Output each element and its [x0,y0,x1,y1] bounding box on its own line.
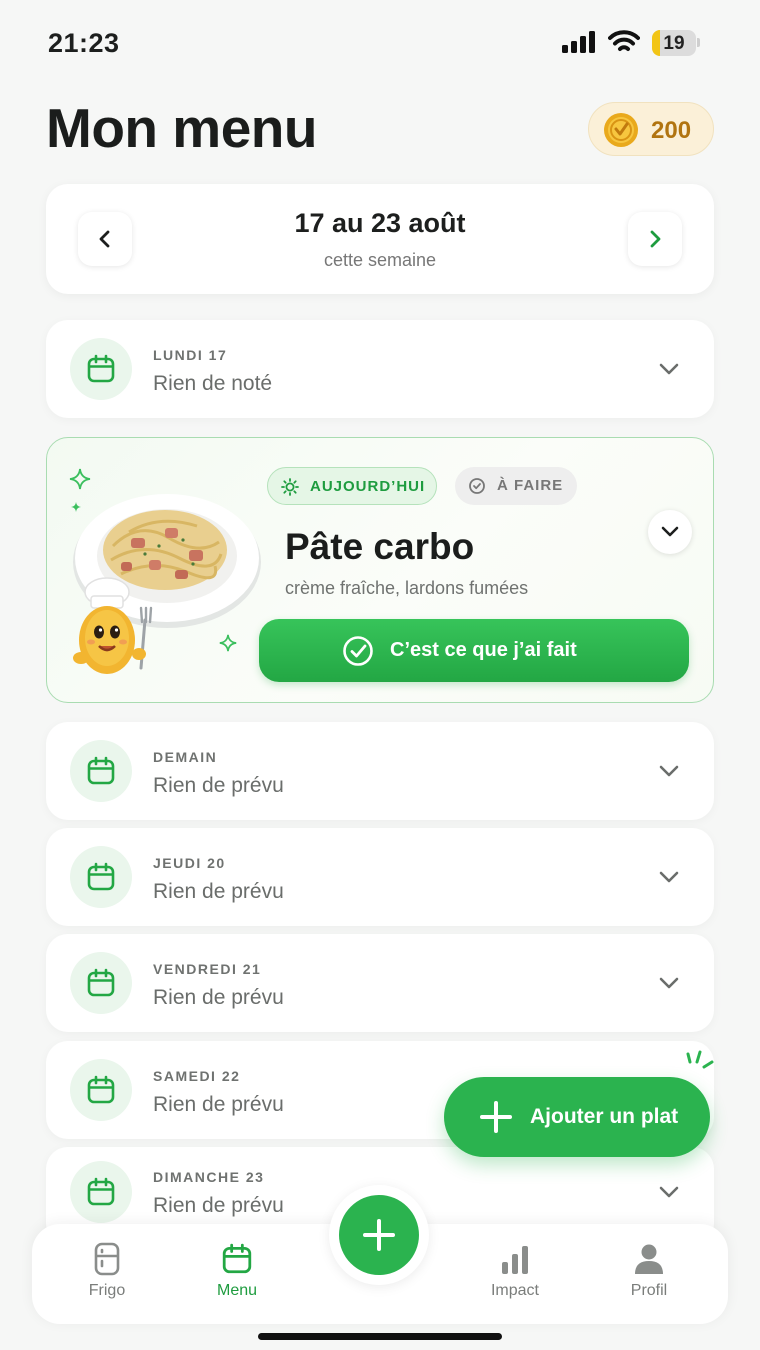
calendar-icon [87,1177,115,1206]
day-icon-wrap [70,952,132,1014]
calendar-icon [87,862,115,891]
user-icon [635,1244,663,1274]
calendar-icon [87,354,115,383]
sun-icon [281,478,299,496]
todo-status-badge: À FAIRE [455,467,577,505]
next-week-button[interactable] [628,212,682,266]
battery-tip [697,38,700,47]
collapse-today-button[interactable] [648,510,692,554]
week-range: 17 au 23 août [294,208,466,238]
status-time: 21:23 [48,28,120,58]
day-icon-wrap [70,846,132,908]
day-name: LUNDI 17 [153,347,228,363]
battery-level: 19 [663,33,685,54]
day-name: DEMAIN [153,749,218,765]
today-badge: AUJOURD’HUI [267,467,437,505]
add-dish-label: Ajouter un plat [530,1105,679,1128]
clock-check-icon [469,478,485,494]
day-icon-wrap [70,1059,132,1121]
calendar-icon [87,756,115,785]
coin-count: 200 [651,117,692,144]
day-status: Rien de prévu [153,880,284,903]
dish-description: crème fraîche, lardons fumées [285,578,529,598]
sparkle-icon [219,634,237,652]
tab-label: Impact [490,1282,539,1299]
calendar-icon [222,1243,252,1274]
wifi-icon [608,30,640,51]
day-status: Rien de prévu [153,986,284,1009]
chevron-down-icon [659,765,679,777]
day-name: SAMEDI 22 [153,1068,241,1084]
tab-impact[interactable]: Impact [460,1242,570,1300]
day-icon-wrap [70,1161,132,1223]
add-dish-button[interactable]: Ajouter un plat [444,1077,710,1157]
sparkle-lines-icon [686,1050,714,1069]
day-name: VENDREDI 21 [153,961,262,977]
today-meal-card[interactable]: AUJOURD’HUI À FAIRE Pâte carbo crème fra… [46,437,714,703]
dish-name: Pâte carbo [285,526,475,567]
week-subtitle: cette semaine [323,250,437,270]
chevron-down-icon [659,363,679,375]
plus-icon [480,1101,512,1133]
status-bar: 21:23 19 [0,0,760,88]
center-add-circle [339,1195,419,1275]
home-indicator [258,1333,502,1340]
day-card-monday[interactable]: LUNDI 17 Rien de noté [46,320,714,418]
coin-balance-badge[interactable]: 200 [588,102,714,156]
chevron-down-icon [659,871,679,883]
tab-label: Menu [216,1282,258,1299]
day-card-thursday[interactable]: JEUDI 20 Rien de prévu [46,828,714,926]
chef-mascot-illustration [73,577,153,674]
day-status: Rien de noté [153,372,273,395]
bar-chart-icon [502,1246,528,1274]
day-name: DIMANCHE 23 [153,1169,265,1185]
day-status: Rien de prévu [153,774,284,797]
today-badge-label: AUJOURD’HUI [310,478,426,495]
day-icon-wrap [70,740,132,802]
plus-icon [363,1219,395,1251]
battery-indicator: 19 [652,30,696,56]
tab-menu[interactable]: Menu [182,1242,292,1300]
calendar-icon [87,1075,115,1104]
day-status: Rien de prévu [153,1194,284,1217]
tab-label: Profil [630,1282,668,1299]
day-card-friday[interactable]: VENDREDI 21 Rien de prévu [46,934,714,1032]
chevron-down-icon [661,526,679,537]
todo-badge-label: À FAIRE [497,477,564,494]
cellular-signal-icon [562,31,595,53]
coin-icon [604,113,638,147]
chevron-down-icon [659,1186,679,1198]
page-title: Mon menu [46,97,317,159]
mark-done-button[interactable]: C’est ce que j’ai fait [259,619,689,682]
calendar-icon [87,968,115,997]
tab-profil[interactable]: Profil [594,1242,704,1300]
chevron-right-icon [650,230,661,248]
week-selector: 17 au 23 août cette semaine [46,184,714,294]
tab-frigo[interactable]: Frigo [52,1242,162,1300]
day-card-tomorrow[interactable]: DEMAIN Rien de prévu [46,722,714,820]
mark-done-label: C’est ce que j’ai fait [390,639,577,661]
fridge-icon [94,1242,120,1276]
chevron-down-icon [659,977,679,989]
day-icon-wrap [70,338,132,400]
tab-label: Frigo [88,1282,126,1299]
day-name: JEUDI 20 [153,855,226,871]
day-status: Rien de prévu [153,1093,284,1116]
check-circle-icon [343,636,373,666]
center-add-button[interactable] [329,1185,429,1285]
